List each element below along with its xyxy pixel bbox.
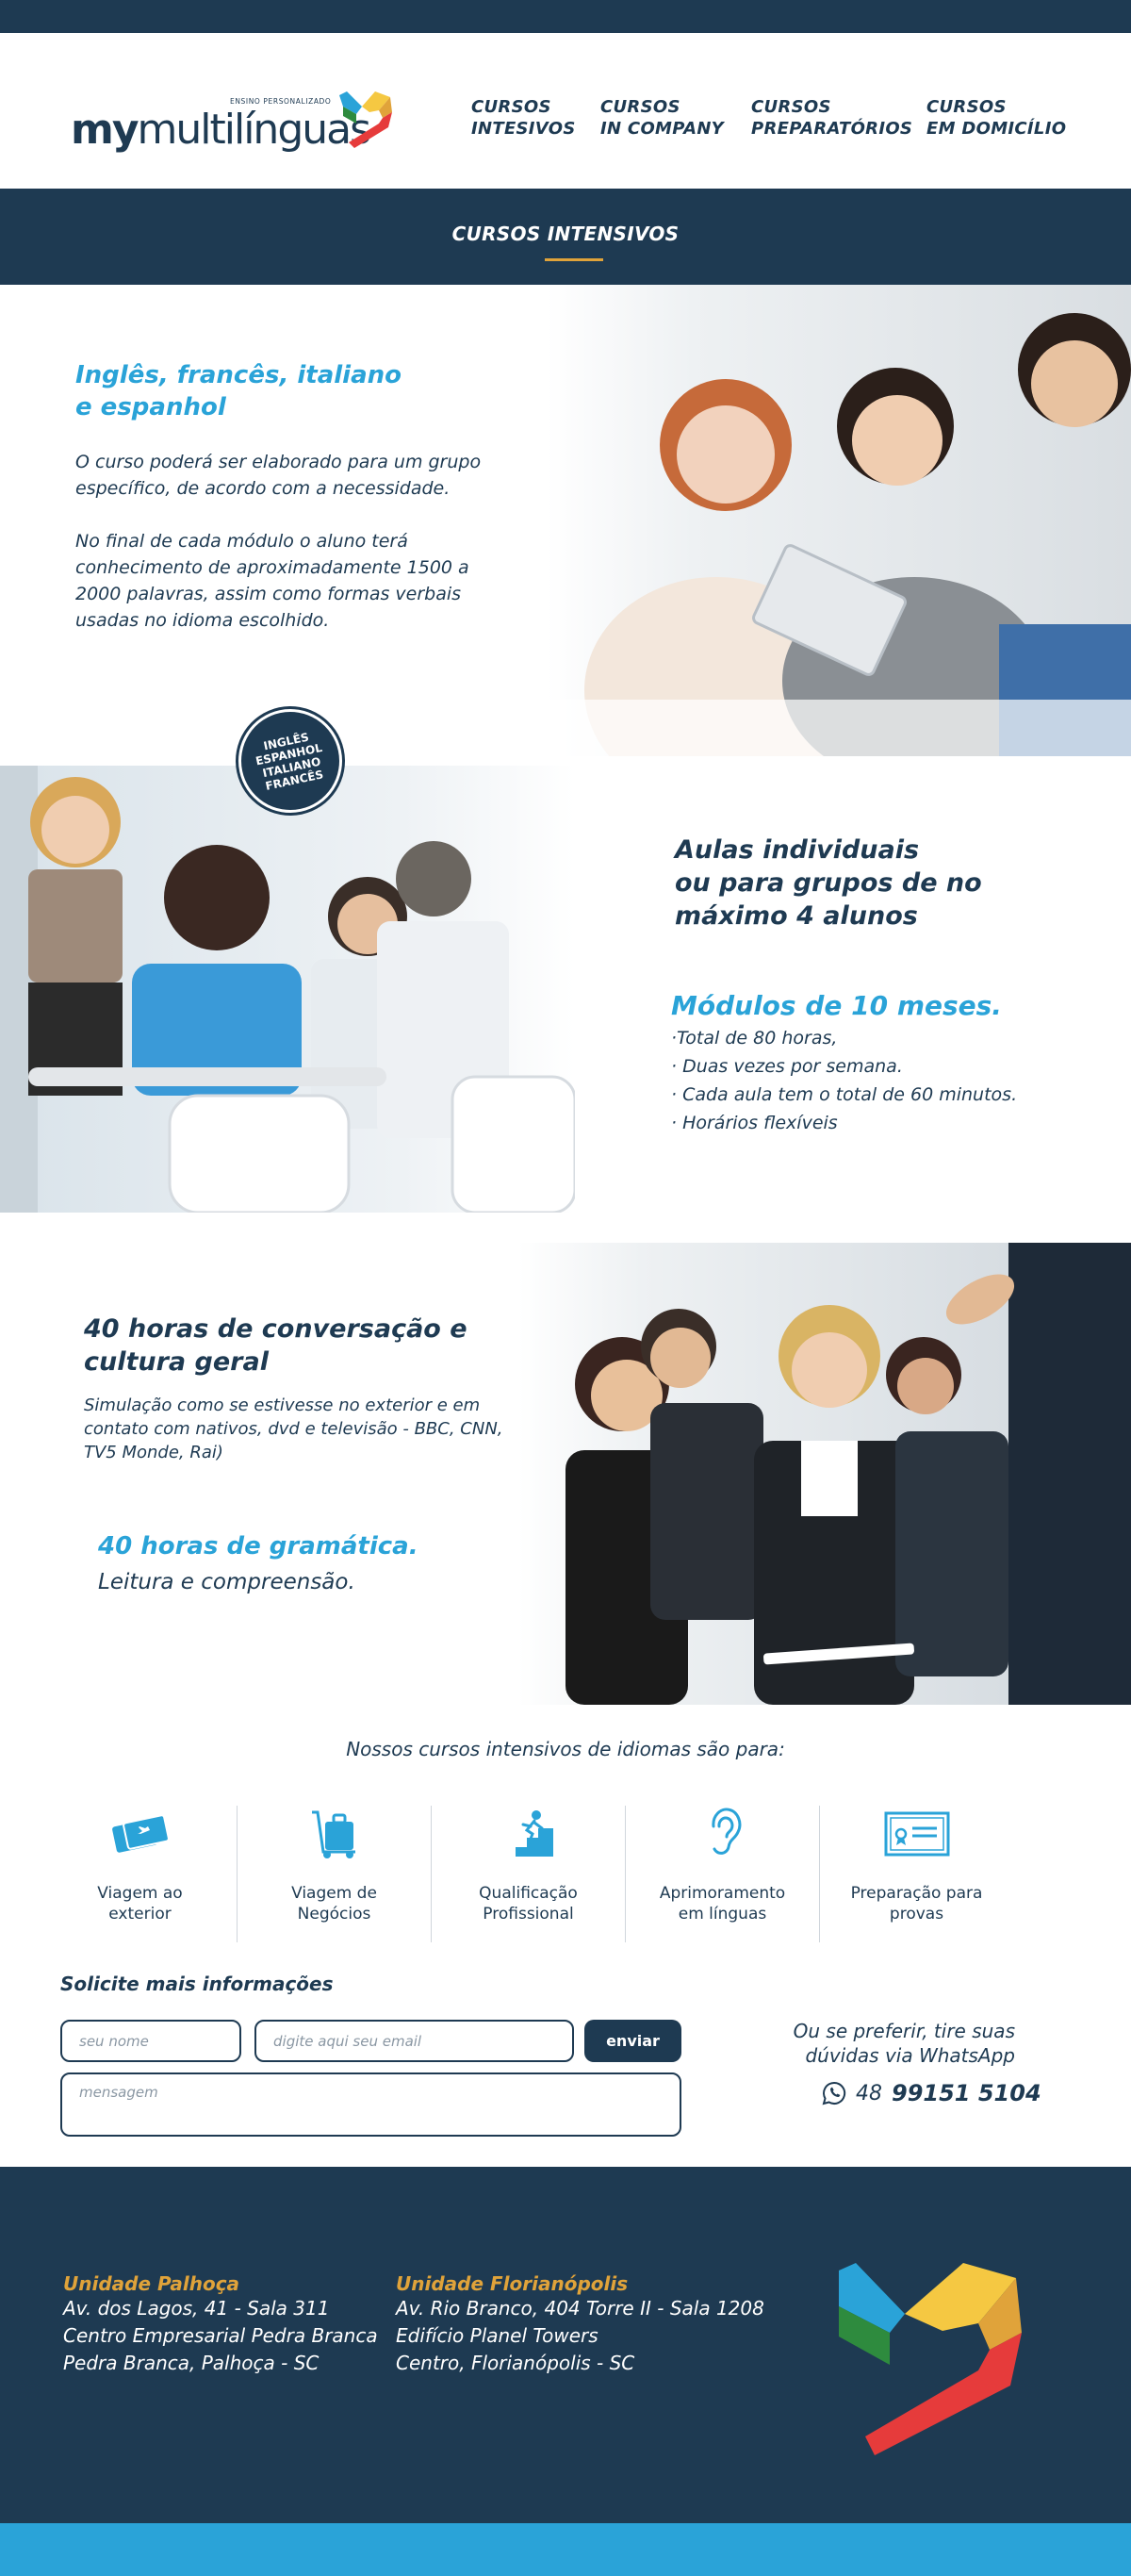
unit-florianopolis: Unidade Florianópolis Av. Rio Branco, 40… bbox=[396, 2272, 764, 2377]
grammar-text: Leitura e compreensão. bbox=[98, 1570, 355, 1594]
list-item: · Duas vezes por semana. bbox=[671, 1056, 903, 1077]
footer-bottom-bar bbox=[0, 2523, 1131, 2576]
unit-palhoca: Unidade Palhoça Av. dos Lagos, 41 - Sala… bbox=[63, 2272, 378, 2377]
logo-bold-text: my bbox=[71, 106, 139, 154]
ear-icon bbox=[711, 1808, 741, 1855]
tickets-icon bbox=[111, 1814, 169, 1853]
nav-cursos-preparatorios[interactable]: CURSOS PREPARATÓRIOS bbox=[751, 96, 912, 140]
section3-title: 40 horas de conversação e cultura geral bbox=[84, 1314, 467, 1377]
meeting-photo bbox=[0, 766, 575, 1213]
unit-name: Unidade Palhoça bbox=[63, 2272, 240, 2295]
grammar-title: 40 horas de gramática. bbox=[98, 1532, 418, 1560]
form-title: Solicite mais informações bbox=[60, 1973, 334, 1995]
nav-cursos-intensivos[interactable]: CURSOS INTESIVOS bbox=[471, 96, 576, 140]
unit-address: Av. Rio Branco, 404 Torre II - Sala 1208 bbox=[396, 2297, 764, 2320]
list-item: ·Total de 80 horas, bbox=[671, 1028, 838, 1049]
email-input[interactable] bbox=[254, 2020, 574, 2062]
nav-cursos-in-company[interactable]: CURSOS IN COMPANY bbox=[600, 96, 724, 140]
whatsapp-area-code: 48 bbox=[856, 2081, 882, 2105]
title-underline bbox=[545, 258, 603, 261]
submit-button[interactable]: enviar bbox=[584, 2020, 681, 2062]
site-logo[interactable]: mymultilínguas bbox=[71, 85, 371, 154]
nav-cursos-em-domicilio[interactable]: CURSOS EM DOMICÍLIO bbox=[926, 96, 1066, 140]
unit-address: Edifício Planel Towers bbox=[396, 2324, 598, 2347]
modules-title: Módulos de 10 meses. bbox=[671, 990, 1002, 1021]
whatsapp-text: Ou se preferir, tire suas dúvidas via Wh… bbox=[793, 2020, 1015, 2067]
section3-text: Simulação como se estivesse no exterior … bbox=[84, 1395, 503, 1462]
logo-text: multilínguas bbox=[137, 106, 371, 154]
modules-list: ·Total de 80 horas, · Duas vezes por sem… bbox=[671, 1024, 1017, 1137]
unit-address: Av. dos Lagos, 41 - Sala 311 bbox=[63, 2297, 330, 2320]
logo-mark-icon bbox=[339, 91, 392, 148]
name-input[interactable] bbox=[60, 2020, 241, 2062]
unit-name: Unidade Florianópolis bbox=[396, 2272, 629, 2295]
use-qualificacao-profissional: Qualificação Profissional bbox=[432, 1806, 625, 1942]
use-aprimoramento-linguas: Aprimoramento em línguas bbox=[626, 1806, 819, 1942]
whatsapp-number: 99151 5104 bbox=[892, 2080, 1041, 2106]
list-item: · Cada aula tem o total de 60 minutos. bbox=[671, 1084, 1018, 1105]
list-item: · Horários flexíveis bbox=[671, 1113, 838, 1133]
section1-paragraph-2: No final de cada módulo o aluno terá con… bbox=[75, 531, 469, 631]
use-preparacao-provas: Preparação para provas bbox=[820, 1806, 1013, 1942]
section2-title: Aulas individuais ou para grupos de no m… bbox=[675, 835, 982, 931]
whatsapp-icon bbox=[822, 2081, 846, 2105]
section1-title: Inglês, francês, italiano e espanhol bbox=[75, 361, 402, 421]
stairs-climb-icon bbox=[503, 1810, 553, 1857]
use-viagem-exterior: Viagem ao exterior bbox=[43, 1806, 237, 1942]
section1-paragraph-1: O curso poderá ser elaborado para um gru… bbox=[75, 452, 482, 499]
audience-photo bbox=[518, 1243, 1131, 1705]
students-photo bbox=[547, 285, 1131, 756]
unit-address: Centro Empresarial Pedra Branca bbox=[63, 2324, 378, 2347]
luggage-icon bbox=[311, 1810, 355, 1858]
logo-tagline: ENSINO PERSONALIZADO bbox=[230, 97, 332, 106]
unit-address: Centro, Florianópolis - SC bbox=[396, 2352, 635, 2374]
footer-logo-mark-icon bbox=[839, 2263, 1022, 2455]
unit-address: Pedra Branca, Palhoça - SC bbox=[63, 2352, 320, 2374]
whatsapp-contact[interactable]: 48 99151 5104 bbox=[822, 2080, 1041, 2106]
page-title: CURSOS INTENSIVOS bbox=[451, 223, 680, 245]
certificate-icon bbox=[884, 1811, 949, 1857]
top-bar bbox=[0, 0, 1131, 33]
use-viagem-negocios: Viagem de Negócios bbox=[238, 1806, 431, 1942]
uses-title: Nossos cursos intensivos de idiomas são … bbox=[346, 1738, 785, 1760]
message-textarea[interactable] bbox=[60, 2072, 681, 2137]
